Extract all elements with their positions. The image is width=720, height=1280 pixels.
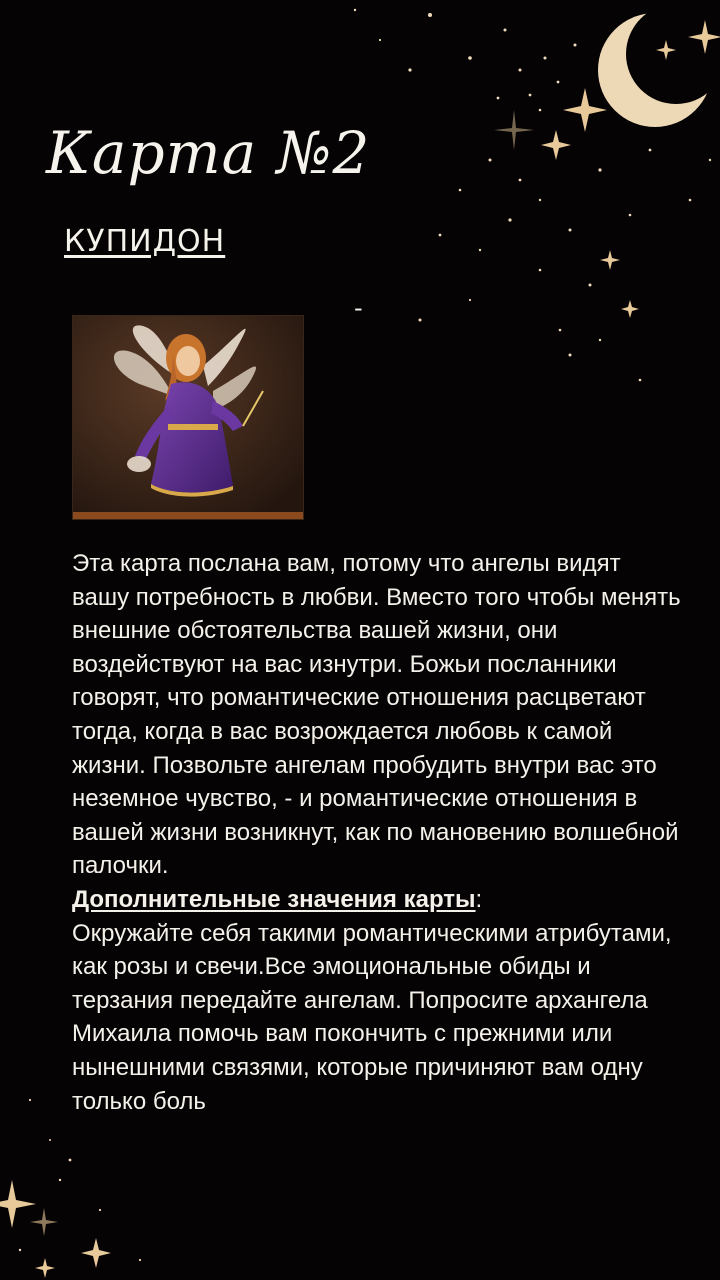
- additional-meanings-heading: Дополнительные значения карты: [72, 885, 476, 913]
- page-title: Карта №2: [46, 119, 371, 187]
- crescent-moon-icon: [598, 13, 712, 127]
- card-description: Эта карта послана вам, потому что ангелы…: [72, 547, 682, 1118]
- dash-mark: -: [354, 294, 363, 322]
- additional-meanings-text: Окружайте себя такими романтическими атр…: [72, 919, 672, 1115]
- angel-card-image: [72, 315, 304, 520]
- description-paragraph: Эта карта послана вам, потому что ангелы…: [72, 550, 681, 880]
- angel-illustration-icon: [73, 316, 303, 519]
- card-name: КУПИДОН: [64, 224, 226, 259]
- heading-colon: :: [475, 885, 483, 913]
- additional-meanings: Дополнительные значения карты: Окружайте …: [72, 883, 682, 1118]
